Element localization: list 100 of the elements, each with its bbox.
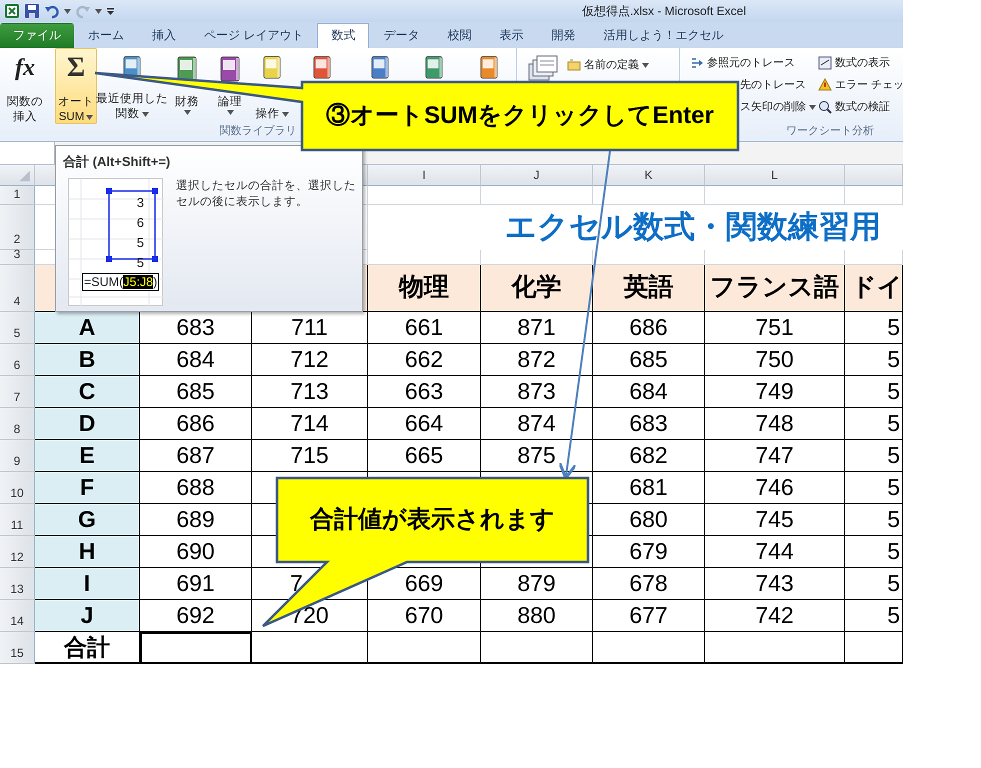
table-cell: 662 xyxy=(368,344,481,376)
row-header[interactable]: 13 xyxy=(0,568,35,600)
table-cell[interactable] xyxy=(252,632,368,664)
table-cell: 689 xyxy=(140,504,252,536)
table-cell: 685 xyxy=(140,376,252,408)
callout-text: 合計値が表示されます xyxy=(310,506,555,534)
file-tab[interactable]: ファイル xyxy=(0,23,74,48)
callout-text: ③オートSUMをクリックしてEnter xyxy=(326,102,714,130)
row-header[interactable]: 12 xyxy=(0,536,35,568)
table-cell: 691 xyxy=(140,568,252,600)
row-header[interactable]: 3 xyxy=(0,250,35,265)
table-cell: 5 xyxy=(845,312,903,344)
caret-icon[interactable] xyxy=(142,112,148,117)
save-icon[interactable] xyxy=(24,3,40,19)
ribbon-menu-item[interactable]: 数式の検証 xyxy=(818,96,903,118)
table-cell[interactable] xyxy=(593,632,705,664)
caret-icon[interactable] xyxy=(282,112,288,117)
ribbon-menu-item[interactable]: エラー チェッ xyxy=(818,74,903,96)
column-header[interactable]: L xyxy=(705,165,845,186)
row-header[interactable]: 8 xyxy=(0,408,35,440)
ribbon-tab[interactable]: 挿入 xyxy=(138,23,190,48)
customize-icon[interactable] xyxy=(106,6,115,16)
ribbon-tab[interactable]: 活用しよう！エクセル xyxy=(589,23,738,48)
row-header[interactable]: 7 xyxy=(0,376,35,408)
preview-drawing: 3 6 5 5 =SUM(J5:J8) xyxy=(68,178,163,306)
ribbon-menu-item[interactable]: 数式の表示 xyxy=(818,52,903,74)
spreadsheet-logo-icon[interactable] xyxy=(4,3,20,19)
ribbon-menu-item[interactable]: 参照元のトレース xyxy=(690,52,818,74)
table-cell: 5 xyxy=(845,344,903,376)
column-header[interactable]: K xyxy=(593,165,705,186)
row-header[interactable]: 9 xyxy=(0,440,35,472)
table-cell: 683 xyxy=(593,408,705,440)
ribbon-tab[interactable]: ページ レイアウト xyxy=(190,23,318,48)
column-header[interactable]: J xyxy=(481,165,593,186)
ribbon-tab[interactable]: ホーム xyxy=(74,23,138,48)
caret-icon[interactable] xyxy=(642,62,649,68)
ribbon-menu-item[interactable]: 名前の定義 xyxy=(567,54,649,76)
table-cell: 684 xyxy=(593,376,705,408)
table-cell: H xyxy=(35,536,140,568)
table-cell: 686 xyxy=(593,312,705,344)
row-header[interactable]: 10 xyxy=(0,472,35,504)
row-header[interactable]: 5 xyxy=(0,312,35,344)
ribbon-tab[interactable]: 数式 xyxy=(317,23,370,48)
ribbon-tab[interactable]: 校閲 xyxy=(433,23,486,48)
table-cell: 5 xyxy=(845,472,903,504)
column-header[interactable]: I xyxy=(368,165,481,186)
row-header[interactable]: 1 xyxy=(0,186,35,205)
ribbon-menu-item[interactable]: 先のトレース xyxy=(740,74,806,96)
caret-icon[interactable] xyxy=(64,8,71,14)
table-cell: 5 xyxy=(845,440,903,472)
trace-icon xyxy=(690,56,704,70)
table-cell: E xyxy=(35,440,140,472)
row-header[interactable]: 2 xyxy=(0,205,35,250)
table-cell: 751 xyxy=(705,312,845,344)
ribbon-button[interactable]: Σ オート SUM xyxy=(55,48,97,124)
table-cell: B xyxy=(35,344,140,376)
row-header[interactable]: 11 xyxy=(0,504,35,536)
table-cell: 715 xyxy=(252,440,368,472)
table-cell: 英語 xyxy=(593,265,705,312)
sheet-title: エクセル数式・関数練習用 xyxy=(504,208,882,246)
table-cell: D xyxy=(35,408,140,440)
magnifier-icon xyxy=(818,100,832,114)
table-cell[interactable] xyxy=(705,632,845,664)
table-cell[interactable] xyxy=(140,632,252,664)
row-header[interactable]: 6 xyxy=(0,344,35,376)
table-cell xyxy=(845,186,903,205)
ribbon-tab[interactable]: 表示 xyxy=(485,23,538,48)
tooltip-title: 合計 (Alt+Shift+=) xyxy=(63,153,170,171)
table-cell: 678 xyxy=(593,568,705,600)
ribbon-button[interactable]: fx 関数の 挿入 xyxy=(0,48,50,124)
formula-grid-icon xyxy=(818,56,832,70)
row-header[interactable]: 15 xyxy=(0,632,35,664)
table-cell[interactable] xyxy=(368,632,481,664)
table-cell: 679 xyxy=(593,536,705,568)
table-cell: 化学 xyxy=(481,265,593,312)
group-label: 関数ライブラリ xyxy=(218,124,298,138)
caret-icon[interactable] xyxy=(809,104,816,110)
caret-icon[interactable] xyxy=(95,8,102,14)
table-cell: 684 xyxy=(140,344,252,376)
undo-icon[interactable] xyxy=(44,3,60,19)
caret-icon[interactable] xyxy=(184,110,190,115)
row-header[interactable]: 4 xyxy=(0,265,35,312)
table-cell: 682 xyxy=(593,440,705,472)
table-cell: フランス語 xyxy=(705,265,845,312)
table-cell: 685 xyxy=(593,344,705,376)
table-cell[interactable] xyxy=(845,632,903,664)
table-cell: 744 xyxy=(705,536,845,568)
table-cell: 677 xyxy=(593,600,705,632)
ribbon-tab[interactable]: データ xyxy=(369,23,434,48)
caret-icon[interactable] xyxy=(86,115,94,120)
table-cell: 742 xyxy=(705,600,845,632)
caret-icon[interactable] xyxy=(226,110,234,115)
table-cell: 879 xyxy=(481,568,593,600)
table-cell[interactable] xyxy=(481,632,593,664)
row-header[interactable]: 14 xyxy=(0,600,35,632)
table-cell: 5 xyxy=(845,568,903,600)
window-title: 仮想得点.xlsx - Microsoft Excel xyxy=(582,3,746,20)
table-cell: 661 xyxy=(368,312,481,344)
ribbon-tab[interactable]: 開発 xyxy=(537,23,590,48)
ribbon-menu-item[interactable]: ス矢印の削除 xyxy=(740,96,816,118)
